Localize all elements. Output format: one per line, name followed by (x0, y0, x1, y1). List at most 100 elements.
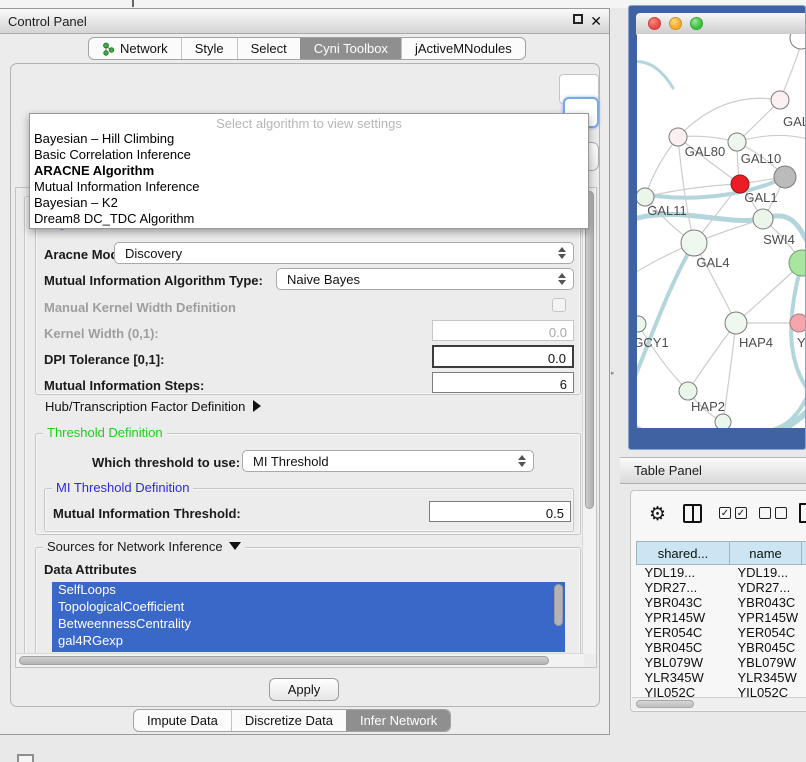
cell[interactable]: YBR043C (637, 595, 730, 610)
network-canvas[interactable]: GAL GAL80 GAL10 GAL1 GAL11 SWI4 GAL4 GCY… (637, 34, 805, 428)
combo-arrows-icon (518, 455, 526, 467)
node[interactable] (771, 91, 789, 109)
table-row[interactable]: YDL19...YDL19...13 (637, 565, 806, 581)
select-all-columns-icon[interactable]: ✓ ✓ (719, 507, 747, 519)
cell[interactable]: YDL19... (637, 565, 730, 581)
node[interactable] (715, 414, 731, 428)
cell[interactable]: YPR145W (637, 610, 730, 625)
mi-type-combo[interactable]: Naive Bayes (276, 268, 574, 290)
table-row[interactable]: YDR27...YDR27...12 (637, 580, 806, 595)
table-hscrollbar[interactable] (632, 697, 806, 710)
gear-icon[interactable]: ⚙ (649, 501, 666, 527)
export-table-icon[interactable] (799, 503, 806, 523)
column-header[interactable]: A (802, 542, 806, 565)
cell[interactable]: YDL19... (730, 565, 802, 581)
network-window-titlebar[interactable] (636, 13, 805, 35)
table-row[interactable]: YER054CYER054C8. (637, 625, 806, 640)
table-row[interactable]: YBR043CYBR043C (637, 595, 806, 610)
splitpane-handle[interactable]: ▸ (611, 371, 615, 376)
vscrollbar-thumb[interactable] (585, 191, 594, 509)
table-row[interactable]: YBR045CYBR045C9. (637, 640, 806, 655)
column-header[interactable]: name (730, 542, 802, 565)
node-gcy1[interactable] (637, 316, 646, 332)
cell[interactable]: YDR27... (637, 580, 730, 595)
kernel-width-field[interactable] (432, 320, 574, 341)
tab-network[interactable]: Network (89, 38, 181, 59)
aracne-mode-combo[interactable]: Discovery (114, 242, 574, 264)
node-pink[interactable] (790, 314, 805, 332)
network-graph[interactable]: GAL GAL80 GAL10 GAL1 GAL11 SWI4 GAL4 GCY… (637, 34, 805, 428)
node-hap2[interactable] (679, 382, 697, 400)
hub-definition-expander[interactable]: Hub/Transcription Factor Definition (45, 399, 261, 414)
table-hscrollbar-thumb[interactable] (636, 700, 694, 708)
mi-threshold-field[interactable] (429, 501, 571, 522)
network-view-window[interactable]: GAL GAL80 GAL10 GAL1 GAL11 SWI4 GAL4 GCY… (628, 5, 806, 450)
table-row[interactable]: YBL079WYBL079W (637, 655, 806, 670)
float-panel-icon[interactable] (573, 14, 583, 24)
cell[interactable] (802, 595, 806, 610)
dropdown-item[interactable]: Mutual Information Inference (30, 179, 588, 195)
network-nodes[interactable] (637, 34, 805, 428)
cell[interactable]: YBR043C (730, 595, 802, 610)
minimize-window-icon[interactable] (669, 17, 682, 30)
node-hap4[interactable] (725, 312, 747, 334)
table-row[interactable]: YLR345WYLR345W9. (637, 670, 806, 685)
list-scrollbar-thumb[interactable] (554, 584, 563, 626)
manual-kernel-checkbox[interactable] (552, 298, 566, 312)
cell[interactable]: YPR145W (730, 610, 802, 625)
tab-cyni-toolbox[interactable]: Cyni Toolbox (300, 38, 401, 59)
tab-style[interactable]: Style (181, 38, 237, 59)
node-gal10[interactable] (728, 133, 746, 151)
cell[interactable]: YLR345W (730, 670, 802, 685)
node-swi4[interactable] (753, 209, 773, 229)
zoom-window-icon[interactable] (690, 17, 703, 30)
dropdown-item[interactable]: Bayesian – Hill Climbing (30, 131, 588, 147)
node-gray[interactable] (774, 166, 796, 188)
cell[interactable]: 12 (802, 580, 806, 595)
dropdown-item[interactable]: Dream8 DC_TDC Algorithm (30, 211, 588, 227)
dropdown-item[interactable]: Basic Correlation Inference (30, 147, 588, 163)
cell[interactable] (802, 655, 806, 670)
close-panel-icon[interactable]: ✕ (590, 14, 602, 28)
table-row[interactable]: YPR145WYPR145W9. (637, 610, 806, 625)
cell[interactable]: YER054C (637, 625, 730, 640)
cell[interactable]: 9. (802, 610, 806, 625)
deselect-all-columns-icon[interactable] (759, 507, 787, 519)
tab-jactivemnodules[interactable]: jActiveMNodules (401, 38, 525, 59)
mi-steps-field[interactable] (432, 372, 574, 393)
list-item[interactable]: BetweennessCentrality (52, 616, 565, 633)
tab-infer-network[interactable]: Infer Network (346, 710, 450, 731)
tab-impute-data[interactable]: Impute Data (134, 710, 231, 731)
node[interactable] (790, 34, 805, 49)
list-item[interactable]: SelfLoops (52, 582, 565, 599)
hscrollbar-thumb[interactable] (19, 656, 549, 665)
which-threshold-combo[interactable]: MI Threshold (242, 450, 534, 472)
list-item[interactable]: gal4RGexp (52, 633, 565, 650)
cell[interactable]: YLR345W (637, 670, 730, 685)
apply-button[interactable]: Apply (269, 678, 339, 701)
split-view-icon[interactable] (683, 504, 702, 523)
node-gal4[interactable] (681, 230, 707, 256)
cell[interactable]: YBR045C (637, 640, 730, 655)
data-attributes-list[interactable]: SelfLoops TopologicalCoefficient Between… (52, 582, 565, 652)
cell[interactable]: YBL079W (730, 655, 802, 670)
dropdown-item-selected[interactable]: ARACNE Algorithm (30, 163, 588, 179)
close-window-icon[interactable] (648, 17, 661, 30)
cell[interactable]: 9. (802, 670, 806, 685)
sources-group-title[interactable]: Sources for Network Inference (43, 539, 245, 554)
tab-discretize-data[interactable]: Discretize Data (231, 710, 346, 731)
cell[interactable]: YBL079W (637, 655, 730, 670)
cell[interactable]: 9. (802, 640, 806, 655)
settings-hscrollbar[interactable] (16, 653, 584, 667)
list-item[interactable]: TopologicalCoefficient (52, 599, 565, 616)
dropdown-item[interactable]: Bayesian – K2 (30, 195, 588, 211)
column-header[interactable]: shared... (637, 542, 730, 565)
cell[interactable]: YBR045C (730, 640, 802, 655)
cell[interactable]: 8. (802, 625, 806, 640)
settings-vscrollbar[interactable] (582, 188, 596, 654)
cell[interactable]: 13 (802, 565, 806, 581)
dpi-tolerance-field[interactable] (432, 345, 574, 368)
cell[interactable]: YER054C (730, 625, 802, 640)
cell[interactable]: YDR27... (730, 580, 802, 595)
tab-select[interactable]: Select (237, 38, 300, 59)
